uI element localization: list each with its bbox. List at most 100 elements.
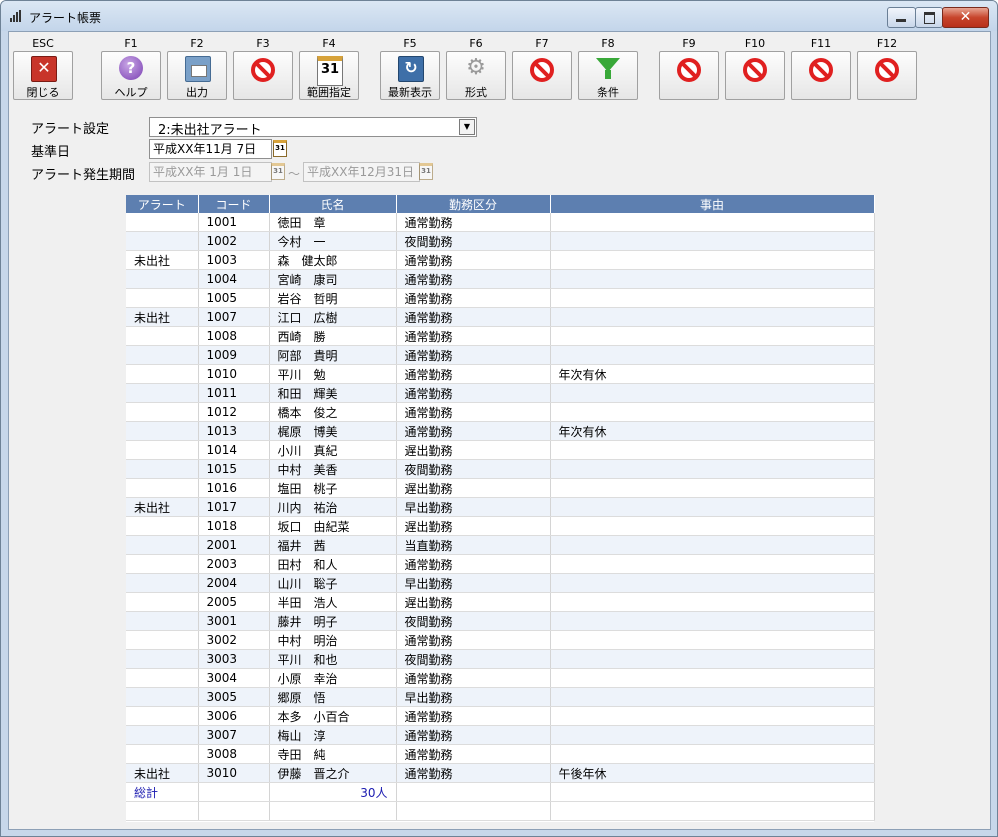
column-header-alert[interactable]: アラート <box>126 195 199 213</box>
f3-button[interactable] <box>233 51 293 100</box>
f12-button[interactable] <box>857 51 917 100</box>
table-row[interactable]: 1009 阿部 貴明 通常勤務 <box>126 345 875 365</box>
table-row[interactable]: 1010 平川 勉通常勤務 年次有休 <box>126 364 875 384</box>
help-button[interactable]: ? ヘルプ <box>101 51 161 100</box>
table-row[interactable]: 未出社 1007 江口 広樹 通常勤務 <box>126 307 875 327</box>
disabled-icon <box>743 58 767 82</box>
table-row[interactable]: 1005 岩谷 哲明 通常勤務 <box>126 288 875 308</box>
cell-code: 3007 <box>198 725 270 745</box>
base-date-field[interactable]: 平成XX年11月 7日 <box>149 139 272 159</box>
fkey-label: F10 <box>744 37 766 50</box>
f7-button[interactable] <box>512 51 572 100</box>
maximize-icon <box>924 12 935 24</box>
cell-name: 和田 輝美 <box>269 383 397 403</box>
column-header-name[interactable]: 氏名 <box>269 195 397 213</box>
window-title: アラート帳票 <box>29 11 102 25</box>
cell-shift: 通常勤務 <box>396 763 551 783</box>
cell-reason <box>550 516 875 536</box>
fkey-f1: F1 ? ヘルプ <box>101 32 161 102</box>
cell-reason <box>550 497 875 517</box>
table-row[interactable]: 3004 小原 幸治 通常勤務 <box>126 668 875 688</box>
cell-name: 半田 浩人 <box>269 592 397 612</box>
table-row[interactable]: 3002 中村 明治 通常勤務 <box>126 630 875 650</box>
table-row[interactable]: 未出社 1003 森 健太郎 通常勤務 <box>126 250 875 270</box>
cell-reason <box>550 535 875 555</box>
f9-button[interactable] <box>659 51 719 100</box>
f10-button[interactable] <box>725 51 785 100</box>
table-row[interactable]: 1014 小川 真紀 遅出勤務 <box>126 440 875 460</box>
column-header-reason[interactable]: 事由 <box>550 195 875 213</box>
fkey-f11: F11 <box>791 32 851 102</box>
table-row[interactable]: 2004 山川 聡子 早出勤務 <box>126 573 875 593</box>
fkey-f9: F9 <box>659 32 719 102</box>
table-row[interactable]: 3008 寺田 純通常勤務 <box>126 744 875 764</box>
refresh-button[interactable]: ↻ 最新表示 <box>380 51 440 100</box>
fkey-f10: F10 <box>725 32 785 102</box>
table-row[interactable]: 1011 和田 輝美 通常勤務 <box>126 383 875 403</box>
refresh-button-label: 最新表示 <box>388 86 432 99</box>
table-row[interactable]: 1015 中村 美香 夜間勤務 <box>126 459 875 479</box>
help-button-label: ヘルプ <box>114 86 148 99</box>
alert-setting-select[interactable]: 2:未出社アラート ▼ <box>149 117 477 138</box>
output-button[interactable]: 出力 <box>167 51 227 100</box>
cell-reason <box>550 668 875 688</box>
table-body: 1001 徳田 章通常勤務 1002 今村 一夜間勤務 未出社 1003 森 健太郎 通常勤務… <box>126 213 875 821</box>
table-row[interactable]: 2003 田村 和人 通常勤務 <box>126 554 875 574</box>
base-date-calendar-icon[interactable]: 31 <box>273 140 287 157</box>
alert-setting-value: 2:未出社アラート <box>158 123 262 138</box>
table-row[interactable]: 3006 本多 小百合 通常勤務 <box>126 706 875 726</box>
table-row[interactable]: 1013 梶原 博美 通常勤務 年次有休 <box>126 421 875 441</box>
window-close-button[interactable]: ✕ <box>942 7 989 28</box>
cell-shift: 遅出勤務 <box>396 592 551 612</box>
disabled-icon <box>251 58 275 82</box>
cell-reason <box>550 630 875 650</box>
table-row[interactable]: 未出社 3010 伊藤 晋之介 通常勤務 午後年休 <box>126 763 875 783</box>
cell-shift: 早出勤務 <box>396 497 551 517</box>
maximize-button[interactable] <box>915 7 943 28</box>
close-icon: ✕ <box>31 56 57 82</box>
empty-cell <box>396 801 551 821</box>
minimize-button[interactable] <box>887 7 916 28</box>
title-bar[interactable]: アラート帳票 ✕ <box>1 1 997 31</box>
table-row[interactable]: 2001 福井 茜当直勤務 <box>126 535 875 555</box>
empty-cell <box>269 801 397 821</box>
fkey-label: F4 <box>322 37 336 50</box>
format-button-label: 形式 <box>465 86 487 99</box>
table-row[interactable]: 1008 西崎 勝通常勤務 <box>126 326 875 346</box>
f11-button[interactable] <box>791 51 851 100</box>
cell-reason <box>550 250 875 270</box>
cell-code: 1007 <box>198 307 270 327</box>
table-row[interactable]: 1012 橋本 俊之 通常勤務 <box>126 402 875 422</box>
table-row[interactable]: 1018 坂口 由紀菜 遅出勤務 <box>126 516 875 536</box>
table-row[interactable]: 3005 郷原 悟早出勤務 <box>126 687 875 707</box>
total-label: 総計 <box>126 782 199 802</box>
condition-button[interactable]: 条件 <box>578 51 638 100</box>
cell-alert <box>126 630 199 650</box>
table-row[interactable]: 3001 藤井 明子 夜間勤務 <box>126 611 875 631</box>
table-row[interactable]: 1016 塩田 桃子 遅出勤務 <box>126 478 875 498</box>
format-button[interactable]: ⚙ 形式 <box>446 51 506 100</box>
table-row[interactable]: 未出社 1017 川内 祐治 早出勤務 <box>126 497 875 517</box>
table-row[interactable]: 1001 徳田 章通常勤務 <box>126 213 875 232</box>
cell-shift: 通常勤務 <box>396 213 551 232</box>
cell-alert: 未出社 <box>126 307 199 327</box>
table-row[interactable]: 3007 梅山 淳通常勤務 <box>126 725 875 745</box>
cell-code: 1009 <box>198 345 270 365</box>
total-empty-cell <box>550 782 875 802</box>
chevron-down-icon[interactable]: ▼ <box>459 119 475 135</box>
close-button[interactable]: ✕ 閉じる <box>13 51 73 100</box>
cell-name: 本多 小百合 <box>269 706 397 726</box>
period-from-calendar-icon: 31 <box>271 163 285 180</box>
column-header-shift[interactable]: 勤務区分 <box>396 195 551 213</box>
cell-name: 今村 一 <box>269 231 397 251</box>
range-button[interactable]: 31 範囲指定 <box>299 51 359 100</box>
table-row[interactable]: 1004 宮崎 康司 通常勤務 <box>126 269 875 289</box>
cell-name: 田村 和人 <box>269 554 397 574</box>
table-row[interactable]: 3003 平川 和也 夜間勤務 <box>126 649 875 669</box>
table-row[interactable]: 2005 半田 浩人 遅出勤務 <box>126 592 875 612</box>
fkey-esc: ESC ✕ 閉じる <box>13 32 73 102</box>
column-header-code[interactable]: コード <box>198 195 270 213</box>
cell-code: 1015 <box>198 459 270 479</box>
table-row[interactable]: 1002 今村 一夜間勤務 <box>126 231 875 251</box>
period-from-field: 平成XX年 1月 1日 <box>149 162 272 182</box>
